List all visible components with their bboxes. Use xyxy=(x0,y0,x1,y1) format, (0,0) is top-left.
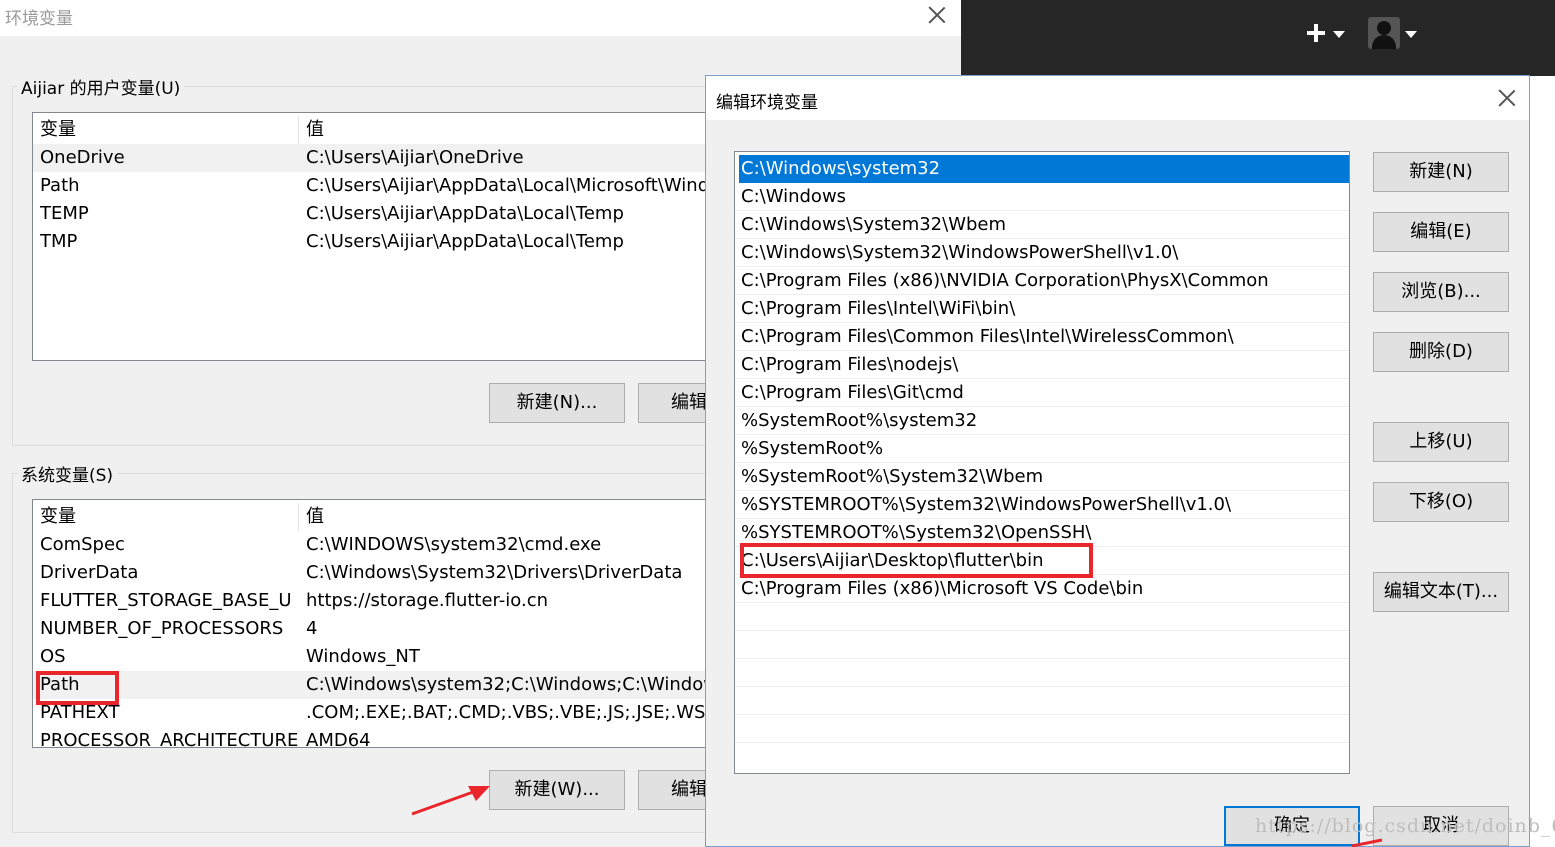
variable-value: C:\Windows\system32;C:\Windows;C:\Window… xyxy=(306,674,732,695)
variable-name: OneDrive xyxy=(40,147,125,168)
list-item[interactable]: ComSpec C:\WINDOWS\system32\cmd.exe xyxy=(33,531,731,559)
list-item[interactable]: OS Windows_NT xyxy=(33,643,731,671)
list-item[interactable]: C:\Windows xyxy=(735,183,1349,211)
list-item-empty[interactable] xyxy=(735,631,1349,659)
list-item[interactable]: PATHEXT .COM;.EXE;.BAT;.CMD;.VBS;.VBE;.J… xyxy=(33,699,731,727)
path-highlight-box xyxy=(36,671,119,705)
list-header: 变量 值 xyxy=(33,116,731,144)
list-item[interactable]: %SystemRoot%\System32\Wbem xyxy=(735,463,1349,491)
move-up-button[interactable]: 上移(U) xyxy=(1373,422,1509,462)
variable-name: Path xyxy=(40,175,80,196)
list-item[interactable]: TMP C:\Users\Aijiar\AppData\Local\Temp xyxy=(33,228,731,256)
close-icon[interactable] xyxy=(926,4,948,26)
list-item[interactable]: DriverData C:\Windows\System32\Drivers\D… xyxy=(33,559,731,587)
list-item[interactable]: C:\Windows\System32\WindowsPowerShell\v1… xyxy=(735,239,1349,267)
avatar[interactable] xyxy=(1368,17,1400,49)
list-item[interactable]: C:\Program Files\nodejs\ xyxy=(735,351,1349,379)
arrow-icon xyxy=(1352,838,1383,847)
list-item[interactable]: C:\Program Files\Intel\WiFi\bin\ xyxy=(735,295,1349,323)
variable-value: C:\Users\Aijiar\AppData\Local\Microsoft\… xyxy=(306,175,731,196)
list-item[interactable]: C:\Program Files (x86)\Microsoft VS Code… xyxy=(735,575,1349,603)
variable-name: TEMP xyxy=(40,203,89,224)
dialog-title: 编辑环境变量 xyxy=(716,93,818,113)
new-button[interactable]: 新建(N) xyxy=(1373,152,1509,192)
list-item[interactable]: C:\Windows\System32\Wbem xyxy=(735,211,1349,239)
chevron-down-icon[interactable] xyxy=(1333,31,1345,38)
list-item[interactable]: PROCESSOR_ARCHITECTURE AMD64 xyxy=(33,727,731,748)
dialog-titlebar xyxy=(706,76,1529,120)
column-header-value[interactable]: 值 xyxy=(306,116,324,144)
list-item-empty[interactable] xyxy=(735,603,1349,631)
plus-icon[interactable] xyxy=(1305,22,1327,44)
variable-value: AMD64 xyxy=(306,730,371,748)
variable-value: C:\Users\Aijiar\AppData\Local\Temp xyxy=(306,203,624,224)
column-header-value[interactable]: 值 xyxy=(306,503,324,531)
column-header-variable[interactable]: 变量 xyxy=(40,503,76,531)
variable-value: C:\Windows\System32\Drivers\DriverData xyxy=(306,562,683,583)
list-item[interactable]: %SystemRoot%\system32 xyxy=(735,407,1349,435)
path-entries-list[interactable]: C:\Windows\system32 C:\Windows C:\Window… xyxy=(734,151,1350,774)
dialog-title: 环境变量 xyxy=(5,9,73,29)
list-item[interactable]: C:\Program Files\Common Files\Intel\Wire… xyxy=(735,323,1349,351)
user-variables-label: Aijiar 的用户变量(U) xyxy=(17,74,185,99)
user-new-button[interactable]: 新建(N)... xyxy=(489,383,625,423)
list-item[interactable]: C:\Windows\system32 xyxy=(739,155,1349,183)
system-variables-label: 系统变量(S) xyxy=(17,461,118,486)
watermark: https://blog.csdn.net/doinb_6 xyxy=(1255,815,1555,837)
flutter-path-highlight-box xyxy=(740,543,1093,578)
variable-value: 4 xyxy=(306,618,318,639)
list-header: 变量 值 xyxy=(33,503,731,531)
variable-name: TMP xyxy=(40,231,78,252)
variable-name: OS xyxy=(40,646,66,667)
variable-value: C:\Users\Aijiar\OneDrive xyxy=(306,147,524,168)
user-variables-list[interactable]: 变量 值 OneDrive C:\Users\Aijiar\OneDrive P… xyxy=(32,112,732,361)
list-item[interactable]: TEMP C:\Users\Aijiar\AppData\Local\Temp xyxy=(33,200,731,228)
list-item-empty[interactable] xyxy=(735,743,1349,771)
variable-value: C:\WINDOWS\system32\cmd.exe xyxy=(306,534,602,555)
list-item[interactable]: %SYSTEMROOT%\System32\WindowsPowerShell\… xyxy=(735,491,1349,519)
list-item[interactable]: NUMBER_OF_PROCESSORS 4 xyxy=(33,615,731,643)
list-item[interactable]: OneDrive C:\Users\Aijiar\OneDrive xyxy=(33,144,731,172)
variable-name: DriverData xyxy=(40,562,139,583)
edit-text-button[interactable]: 编辑文本(T)... xyxy=(1373,572,1509,612)
delete-button[interactable]: 删除(D) xyxy=(1373,332,1509,372)
variable-value: .COM;.EXE;.BAT;.CMD;.VBS;.VBE;.JS;.JSE;.… xyxy=(306,702,731,723)
list-item-empty[interactable] xyxy=(735,687,1349,715)
list-item[interactable]: %SystemRoot% xyxy=(735,435,1349,463)
edit-environment-variable-dialog: 编辑环境变量 C:\Windows\system32 C:\Windows C:… xyxy=(705,75,1530,847)
variable-value: C:\Users\Aijiar\AppData\Local\Temp xyxy=(306,231,624,252)
dialog-titlebar xyxy=(0,0,961,36)
list-item[interactable]: C:\Program Files\Git\cmd xyxy=(735,379,1349,407)
variable-value: Windows_NT xyxy=(306,646,420,667)
list-item[interactable]: FLUTTER_STORAGE_BASE_U https://storage.f… xyxy=(33,587,731,615)
browse-button[interactable]: 浏览(B)... xyxy=(1373,272,1509,312)
variable-name: FLUTTER_STORAGE_BASE_U xyxy=(40,590,292,611)
system-new-button[interactable]: 新建(W)... xyxy=(489,770,625,810)
variable-name: NUMBER_OF_PROCESSORS xyxy=(40,618,284,639)
close-icon[interactable] xyxy=(1496,87,1518,109)
list-item[interactable]: Path C:\Users\Aijiar\AppData\Local\Micro… xyxy=(33,172,731,200)
column-header-variable[interactable]: 变量 xyxy=(40,116,76,144)
list-item-empty[interactable] xyxy=(735,659,1349,687)
page-top-bar xyxy=(961,0,1555,76)
variable-name: PROCESSOR_ARCHITECTURE xyxy=(40,730,299,748)
variable-value: https://storage.flutter-io.cn xyxy=(306,590,549,611)
variable-name: ComSpec xyxy=(40,534,125,555)
edit-button[interactable]: 编辑(E) xyxy=(1373,212,1509,252)
list-item-path[interactable]: Path C:\Windows\system32;C:\Windows;C:\W… xyxy=(33,671,731,699)
list-item-empty[interactable] xyxy=(735,715,1349,743)
chevron-down-icon[interactable] xyxy=(1405,31,1417,38)
move-down-button[interactable]: 下移(O) xyxy=(1373,482,1509,522)
arrow-icon xyxy=(411,786,490,816)
list-item[interactable]: C:\Program Files (x86)\NVIDIA Corporatio… xyxy=(735,267,1349,295)
system-variables-list[interactable]: 变量 值 ComSpec C:\WINDOWS\system32\cmd.exe… xyxy=(32,499,732,748)
